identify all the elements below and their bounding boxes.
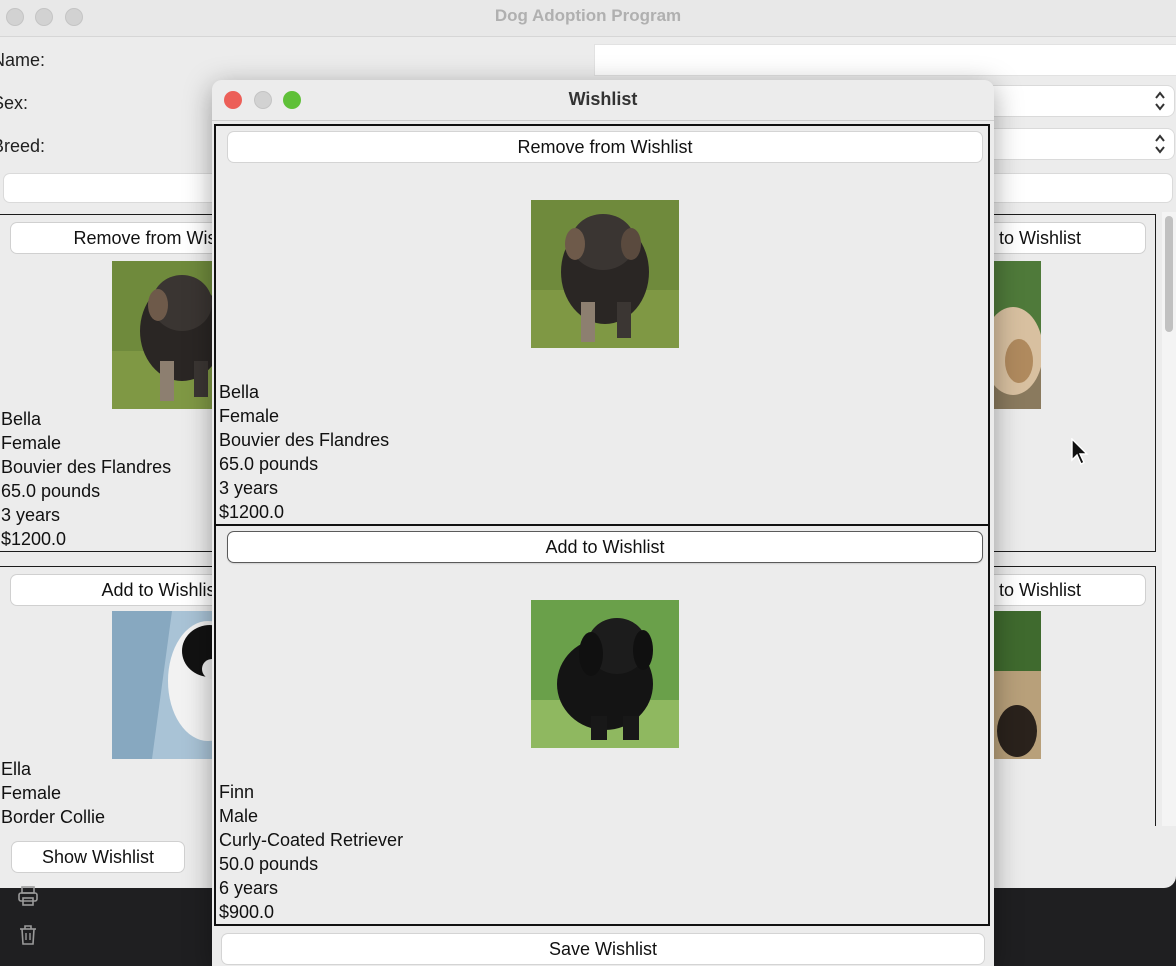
vertical-scrollbar[interactable] <box>1162 212 1176 826</box>
remove-from-wishlist-button[interactable]: Remove from Wishlist <box>228 132 982 162</box>
dog-photo <box>531 600 679 748</box>
dog-card: Add to Wishlist Ella Female Border Colli… <box>0 566 220 826</box>
dog-sex: Male <box>219 806 259 826</box>
print-icon[interactable] <box>16 884 40 908</box>
dog-card: Remove from Wishlist Bella Female Bouvie… <box>0 214 220 552</box>
button-label: Add to Wishlist <box>981 580 1081 600</box>
scrollbar-thumb[interactable] <box>1165 216 1173 332</box>
dog-name: Bella <box>1 409 42 429</box>
trash-icon[interactable] <box>16 923 40 947</box>
dog-breed: Bouvier des Flandres <box>219 430 390 450</box>
wishlist-title: Wishlist <box>568 89 638 109</box>
add-to-wishlist-button[interactable]: Add to Wishlist <box>981 575 1145 605</box>
sex-select[interactable] <box>986 86 1174 116</box>
filter-button-right[interactable] <box>986 174 1172 202</box>
dog-age: 3 years <box>219 478 279 498</box>
dog-weight: 65.0 pounds <box>1 481 101 501</box>
dog-card: Add to Wishlist <box>980 566 1156 826</box>
dog-weight: 50.0 pounds <box>219 854 319 874</box>
show-wishlist-button[interactable]: Show Wishlist <box>12 842 184 872</box>
dog-age: 3 years <box>1 505 61 525</box>
breed-label: Breed: <box>0 136 46 156</box>
dog-photo <box>531 200 679 348</box>
dog-sex: Female <box>1 783 62 803</box>
add-to-wishlist-button[interactable]: Add to Wishlist <box>228 532 982 562</box>
filter-button[interactable] <box>4 174 234 202</box>
wishlist-item: Remove from Wishlist Bella Female Bouvie… <box>214 124 990 526</box>
dog-sex: Female <box>219 406 280 426</box>
button-label: Add to Wishlist <box>981 228 1081 248</box>
dog-age: 6 years <box>219 878 279 898</box>
dog-sex: Female <box>1 433 62 453</box>
dog-breed: Border Collie <box>1 807 106 826</box>
chevron-up-down-icon <box>1154 90 1166 113</box>
add-to-wishlist-button[interactable]: Add to Wishlist <box>981 223 1145 253</box>
main-window-title: Dog Adoption Program <box>494 6 682 25</box>
wishlist-window: Wishlist Remove from Wishlist Bella Fema… <box>212 80 994 966</box>
wishlist-item: Add to Wishlist Finn Male Curly-Coated R… <box>214 524 990 926</box>
dog-card: Add to Wishlist <box>980 214 1156 552</box>
remove-from-wishlist-button[interactable]: Remove from Wishlist <box>11 223 219 253</box>
pointer-cursor-icon <box>1070 437 1090 466</box>
name-input[interactable] <box>594 44 1176 76</box>
dog-breed: Curly-Coated Retriever <box>219 830 404 850</box>
dog-breed: Bouvier des Flandres <box>1 457 172 477</box>
dog-photo <box>112 611 219 759</box>
dog-photo <box>112 261 219 409</box>
dog-price: $1200.0 <box>219 502 285 522</box>
save-wishlist-button[interactable]: Save Wishlist <box>222 934 984 964</box>
add-to-wishlist-button[interactable]: Add to Wishlist <box>11 575 219 605</box>
name-label: Name: <box>0 50 46 70</box>
dog-name: Ella <box>1 759 32 779</box>
dog-name: Bella <box>219 382 260 402</box>
sex-label: Sex: <box>0 93 29 113</box>
dog-weight: 65.0 pounds <box>219 454 319 474</box>
dog-price: $1200.0 <box>1 529 67 549</box>
chevron-up-down-icon <box>1154 133 1166 156</box>
main-titlebar: Dog Adoption Program <box>0 0 1176 37</box>
dog-name: Finn <box>219 782 255 802</box>
dog-price: $900.0 <box>219 902 275 922</box>
wishlist-titlebar: Wishlist <box>212 80 994 121</box>
breed-select[interactable] <box>986 129 1174 159</box>
